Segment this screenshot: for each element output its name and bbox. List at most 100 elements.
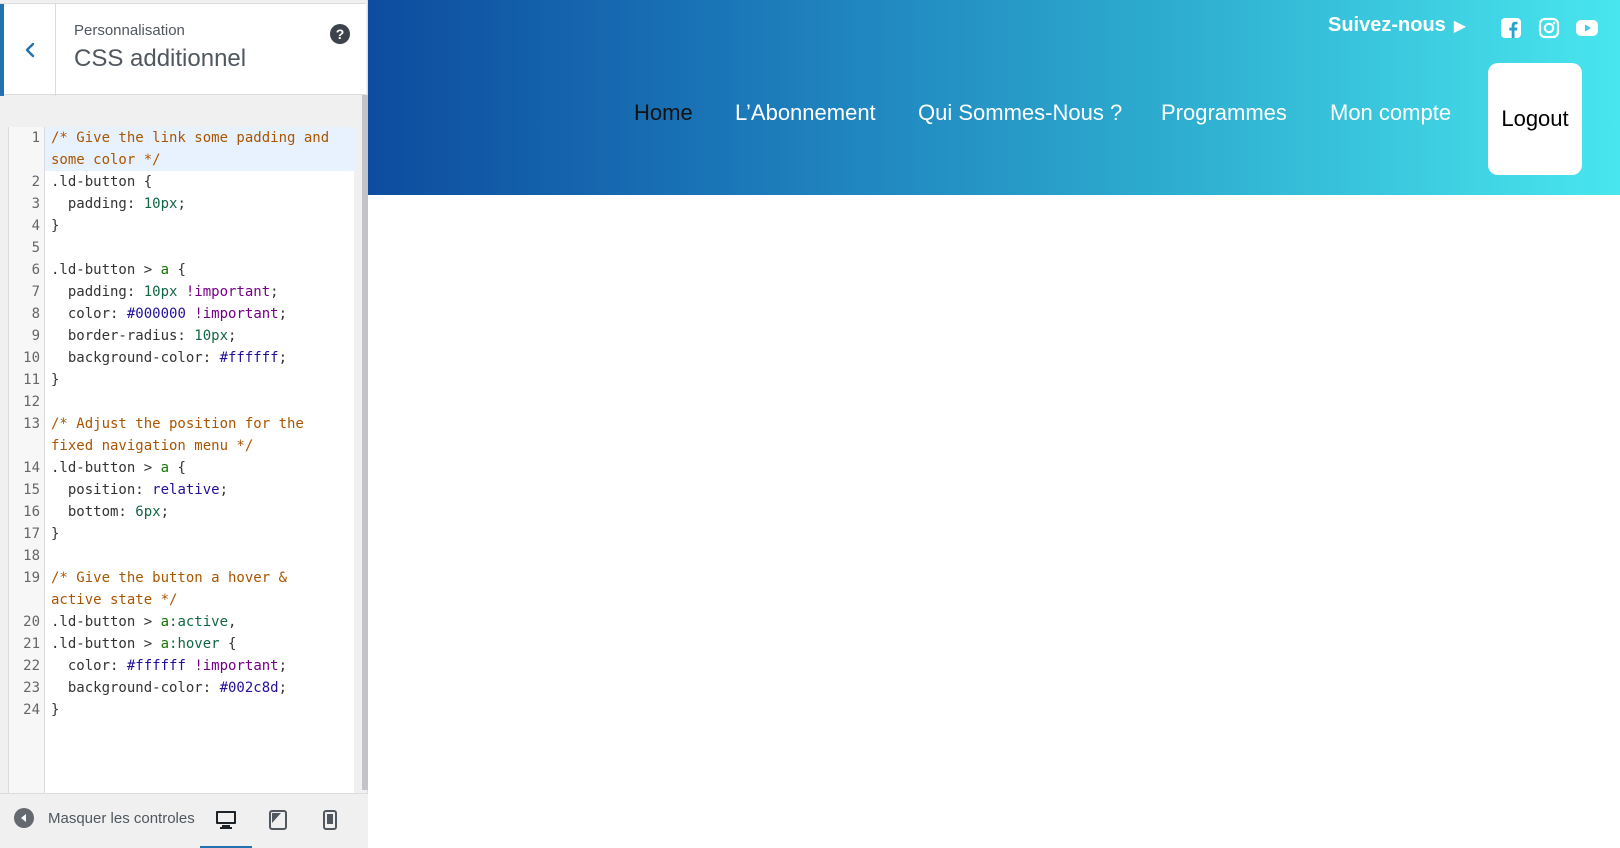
site-header: Suivez-nous ▶ Home L’Abonnement Qui Somm… — [368, 0, 1620, 195]
code-line[interactable]: 21 .ld-button > a:hover { — [9, 633, 355, 655]
code-line[interactable]: 2 .ld-button { — [9, 171, 355, 193]
line-number: 3 — [31, 196, 40, 212]
line-number: 19 — [23, 570, 40, 586]
code-line[interactable]: 22 color: #ffffff !important; — [9, 655, 355, 677]
code-text: fixed navigation menu */ — [45, 435, 355, 457]
code-line[interactable]: active state */ — [9, 589, 355, 611]
code-token: a — [160, 460, 170, 476]
section-header: Personnalisation CSS additionnel ? — [0, 3, 366, 96]
preview-mobile-button[interactable] — [304, 794, 356, 848]
code-line[interactable]: 1 /* Give the link some padding and — [9, 127, 355, 149]
line-number: 21 — [23, 636, 40, 652]
back-button[interactable] — [0, 4, 56, 96]
code-token: , — [228, 614, 237, 630]
chevron-left-icon — [25, 42, 34, 58]
code-line[interactable]: 9 border-radius: 10px; — [9, 325, 355, 347]
code-token: a — [160, 262, 170, 278]
code-text: padding: 10px !important; — [45, 281, 355, 303]
code-token: fixed navigation menu */ — [51, 438, 254, 454]
code-line[interactable]: 11} — [9, 369, 355, 391]
code-text: ​ — [45, 237, 355, 259]
code-line[interactable]: some color */ — [9, 149, 355, 171]
line-number: 8 — [31, 306, 40, 322]
code-line[interactable]: 8 color: #000000 !important; — [9, 303, 355, 325]
code-token: bottom: — [51, 504, 136, 520]
hide-controls-button[interactable]: Masquer les controles — [14, 808, 195, 828]
code-token: border-radius: — [51, 328, 195, 344]
code-token: padding: — [51, 284, 144, 300]
code-line[interactable]: 16 bottom: 6px; — [9, 501, 355, 523]
line-number: 9 — [31, 328, 40, 344]
nav-item-qui-sommes-nous[interactable]: Qui Sommes-Nous ? — [918, 100, 1122, 126]
code-text: } — [45, 699, 355, 721]
code-line[interactable]: fixed navigation menu */ — [9, 435, 355, 457]
code-text: bottom: 6px; — [45, 501, 355, 523]
code-token: a — [160, 636, 170, 652]
section-title: CSS additionnel — [74, 45, 247, 72]
logout-button[interactable]: Logout — [1488, 63, 1582, 175]
nav-item-abonnement[interactable]: L’Abonnement — [735, 100, 876, 126]
code-token: !important — [185, 284, 271, 300]
code-line[interactable]: 6 .ld-button > a { — [9, 259, 355, 281]
line-number: 17 — [23, 526, 40, 542]
code-token: /* Give the button a hover & — [51, 570, 288, 586]
code-line[interactable]: 24} — [9, 699, 355, 721]
code-line[interactable]: 3 padding: 10px; — [9, 193, 355, 215]
code-text: /* Give the button a hover & — [45, 567, 355, 589]
code-line[interactable]: 14 .ld-button > a { — [9, 457, 355, 479]
code-line[interactable]: 17} — [9, 523, 355, 545]
line-number: 22 — [23, 658, 40, 674]
code-token: padding: — [51, 196, 144, 212]
code-token: ; — [278, 680, 288, 696]
code-line[interactable]: 20 .ld-button > a:active, — [9, 611, 355, 633]
youtube-link[interactable] — [1574, 16, 1600, 40]
code-text: some color */ — [45, 149, 355, 171]
code-line[interactable]: 12 ​ — [9, 391, 355, 413]
code-text: active state */ — [45, 589, 355, 611]
code-token: #ffffff — [219, 350, 279, 366]
code-line[interactable]: 15 position: relative; — [9, 479, 355, 501]
follow-us: Suivez-nous ▶ — [1328, 14, 1466, 37]
code-line[interactable]: 5​ — [9, 237, 355, 259]
line-number: 20 — [23, 614, 40, 630]
code-token: ; — [278, 350, 288, 366]
nav-item-mon-compte[interactable]: Mon compte — [1330, 100, 1451, 126]
css-code-editor[interactable]: 1 /* Give the link some padding and some c… — [8, 127, 355, 794]
help-icon[interactable]: ? — [330, 24, 350, 44]
code-text: } — [45, 215, 355, 237]
code-token: /* Adjust the position for the — [51, 416, 304, 432]
code-token: } — [51, 372, 60, 388]
facebook-link[interactable] — [1498, 16, 1524, 40]
code-token: color: — [51, 306, 127, 322]
play-arrow-icon: ▶ — [1453, 17, 1467, 35]
preview-desktop-button[interactable] — [200, 794, 252, 848]
code-line[interactable]: 19 /* Give the button a hover & — [9, 567, 355, 589]
line-number — [9, 149, 45, 171]
code-line[interactable]: 23 background-color: #002c8d; — [9, 677, 355, 699]
code-token: :active — [169, 614, 229, 630]
code-token: } — [51, 526, 60, 542]
code-token: #ffffff — [126, 658, 186, 674]
code-text: color: #000000 !important; — [45, 303, 355, 325]
nav-item-home[interactable]: Home — [634, 100, 693, 126]
code-line[interactable]: 18 ​ — [9, 545, 355, 567]
code-token: .ld-button > — [51, 614, 161, 630]
code-line[interactable]: 7 padding: 10px !important; — [9, 281, 355, 303]
line-number: 1 — [31, 130, 40, 146]
code-token: ; — [177, 196, 186, 212]
instagram-link[interactable] — [1536, 16, 1562, 40]
code-token: ; — [270, 284, 279, 300]
code-line[interactable]: 4} — [9, 215, 355, 237]
nav-item-programmes[interactable]: Programmes — [1161, 100, 1287, 126]
code-text: color: #ffffff !important; — [45, 655, 355, 677]
code-token: 10px — [143, 284, 178, 300]
preview-tablet-button[interactable] — [252, 794, 304, 848]
code-line[interactable]: 13 /* Adjust the position for the — [9, 413, 355, 435]
code-token: !important — [194, 658, 279, 674]
code-line[interactable]: 10 background-color: #ffffff; — [9, 347, 355, 369]
line-number: 10 — [23, 350, 40, 366]
code-text: .ld-button { — [45, 171, 355, 193]
code-text: /* Adjust the position for the — [45, 413, 355, 435]
line-number: 13 — [23, 416, 40, 432]
code-token: 10px — [143, 196, 178, 212]
